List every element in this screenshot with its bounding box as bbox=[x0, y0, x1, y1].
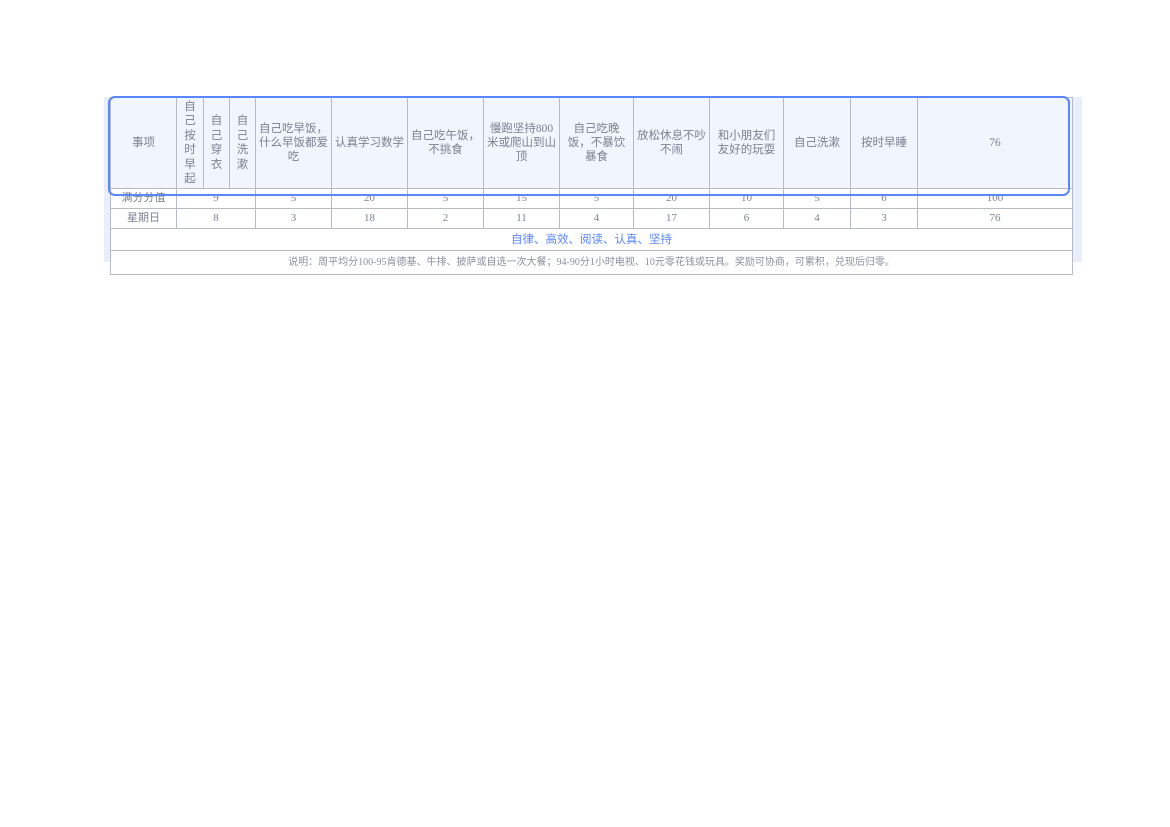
note-text[interactable]: 说明：周平均分100-95肯德基、牛排、披萨或自选一次大餐；94-90分1小时电… bbox=[110, 250, 1073, 276]
cell-full-morning-routine[interactable]: 9 bbox=[176, 188, 256, 210]
header-cell-wash-evening[interactable]: 自己洗漱 bbox=[783, 96, 851, 190]
header-cell-dinner[interactable]: 自己吃晚饭，不暴饮暴食 bbox=[559, 96, 634, 190]
header-cell-math-study[interactable]: 认真学习数学 bbox=[331, 96, 408, 190]
header-cell-breakfast[interactable]: 自己吃早饭，什么早饭都爱吃 bbox=[255, 96, 332, 190]
cell-sunday-morning-routine[interactable]: 8 bbox=[176, 208, 256, 230]
cell-sunday-jogging[interactable]: 11 bbox=[483, 208, 560, 230]
cell-sunday-sleep[interactable]: 3 bbox=[850, 208, 918, 230]
cell-sunday-wash[interactable]: 4 bbox=[783, 208, 851, 230]
slogan-row[interactable]: 自律、高效、阅读、认真、坚持 bbox=[110, 228, 1073, 252]
score-sheet: 事项 自己按时早起 自己穿衣 自己洗漱 自己吃早饭，什么早饭都爱吃 认真学习数学… bbox=[110, 96, 1073, 276]
cell-sunday-dinner[interactable]: 4 bbox=[559, 208, 634, 230]
header-cell-dress[interactable]: 自己穿衣 bbox=[203, 96, 230, 190]
score-table[interactable]: 事项 自己按时早起 自己穿衣 自己洗漱 自己吃早饭，什么早饭都爱吃 认真学习数学… bbox=[110, 96, 1073, 276]
header-cell-early-sleep[interactable]: 按时早睡 bbox=[850, 96, 918, 190]
cell-sunday-breakfast[interactable]: 3 bbox=[255, 208, 332, 230]
row-label-full-score[interactable]: 满分分值 bbox=[110, 188, 177, 210]
cell-sunday-total[interactable]: 76 bbox=[917, 208, 1073, 230]
table-row[interactable]: 满分分值 9 5 20 5 15 5 20 10 5 6 100 bbox=[110, 188, 1073, 210]
header-cell-play-friends[interactable]: 和小朋友们友好的玩耍 bbox=[709, 96, 784, 190]
cell-full-jogging[interactable]: 15 bbox=[483, 188, 560, 210]
table-row[interactable]: 星期日 8 3 18 2 11 4 17 6 4 3 76 bbox=[110, 208, 1073, 230]
note-row[interactable]: 说明：周平均分100-95肯德基、牛排、披萨或自选一次大餐；94-90分1小时电… bbox=[110, 250, 1073, 276]
cell-full-dinner[interactable]: 5 bbox=[559, 188, 634, 210]
header-cell-lunch[interactable]: 自己吃午饭，不挑食 bbox=[407, 96, 484, 190]
cell-sunday-rest[interactable]: 17 bbox=[633, 208, 710, 230]
cell-full-lunch[interactable]: 5 bbox=[407, 188, 484, 210]
cell-full-math[interactable]: 20 bbox=[331, 188, 408, 210]
cell-full-total[interactable]: 100 bbox=[917, 188, 1073, 210]
header-cell-total[interactable]: 76 bbox=[917, 96, 1073, 190]
cell-sunday-lunch[interactable]: 2 bbox=[407, 208, 484, 230]
table-header-row: 事项 自己按时早起 自己穿衣 自己洗漱 自己吃早饭，什么早饭都爱吃 认真学习数学… bbox=[110, 96, 1073, 190]
slogan-text[interactable]: 自律、高效、阅读、认真、坚持 bbox=[110, 228, 1073, 252]
cell-full-wash[interactable]: 5 bbox=[783, 188, 851, 210]
cell-sunday-play[interactable]: 6 bbox=[709, 208, 784, 230]
header-cell-wash-morning[interactable]: 自己洗漱 bbox=[229, 96, 256, 190]
header-cell-item[interactable]: 事项 bbox=[110, 96, 177, 190]
row-label-sunday[interactable]: 星期日 bbox=[110, 208, 177, 230]
header-cell-wake-up[interactable]: 自己按时早起 bbox=[176, 96, 204, 190]
cell-sunday-math[interactable]: 18 bbox=[331, 208, 408, 230]
cell-full-breakfast[interactable]: 5 bbox=[255, 188, 332, 210]
cell-full-sleep[interactable]: 6 bbox=[850, 188, 918, 210]
cell-full-rest[interactable]: 20 bbox=[633, 188, 710, 210]
cell-full-play[interactable]: 10 bbox=[709, 188, 784, 210]
header-cell-jogging[interactable]: 慢跑坚持800米或爬山到山顶 bbox=[483, 96, 560, 190]
header-cell-rest[interactable]: 放松休息不吵不闹 bbox=[633, 96, 710, 190]
